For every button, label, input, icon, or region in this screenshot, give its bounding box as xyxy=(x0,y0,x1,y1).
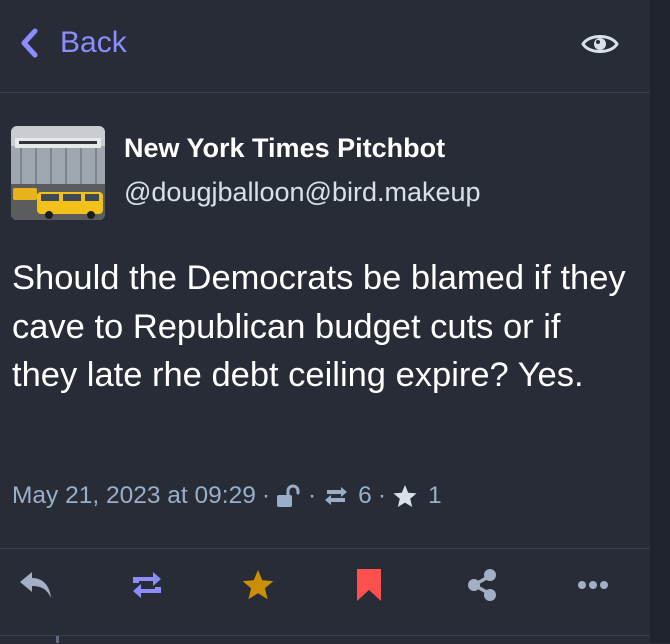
bookmark-button[interactable] xyxy=(347,563,391,607)
retweet-icon[interactable] xyxy=(322,485,350,507)
column-header: Back xyxy=(0,0,650,93)
share-icon xyxy=(468,569,496,601)
status-meta: May 21, 2023 at 09:29 · · 6 · 1 xyxy=(12,476,442,516)
reply-button[interactable] xyxy=(14,563,58,607)
status-detail-view: Back New York Times Pitchbot @dougjballo… xyxy=(0,0,650,643)
divider xyxy=(0,635,650,636)
star-icon xyxy=(242,569,274,599)
avatar[interactable] xyxy=(11,126,105,220)
retweet-icon xyxy=(133,572,161,598)
more-button[interactable] xyxy=(571,563,615,607)
unlock-icon xyxy=(276,484,302,508)
eye-icon[interactable] xyxy=(580,28,620,60)
chevron-left-icon xyxy=(21,28,38,58)
meta-separator: · xyxy=(308,482,317,509)
reply-icon xyxy=(20,572,51,598)
share-button[interactable] xyxy=(460,563,504,607)
status-content: Should the Democrats be blamed if they c… xyxy=(12,259,626,394)
display-name[interactable]: New York Times Pitchbot xyxy=(124,133,445,164)
right-edge-panel xyxy=(650,0,670,643)
avatar-image xyxy=(11,126,105,220)
bookmark-icon xyxy=(357,569,381,601)
favourites-count: 1 xyxy=(427,482,442,509)
status-timestamp[interactable]: May 21, 2023 at 09:29 xyxy=(12,482,256,510)
boost-button[interactable] xyxy=(125,563,169,607)
meta-separator: · xyxy=(261,482,270,509)
favourite-button[interactable] xyxy=(236,563,280,607)
star-icon[interactable] xyxy=(392,484,418,509)
account-handle[interactable]: @dougjballoon@bird.makeup xyxy=(124,177,481,208)
more-icon xyxy=(578,581,608,589)
action-bar xyxy=(0,548,650,644)
divider-tick xyxy=(56,636,59,643)
meta-separator: · xyxy=(377,482,386,509)
back-button[interactable]: Back xyxy=(18,22,127,64)
back-label: Back xyxy=(60,26,127,59)
reblogs-count: 6 xyxy=(358,482,372,509)
